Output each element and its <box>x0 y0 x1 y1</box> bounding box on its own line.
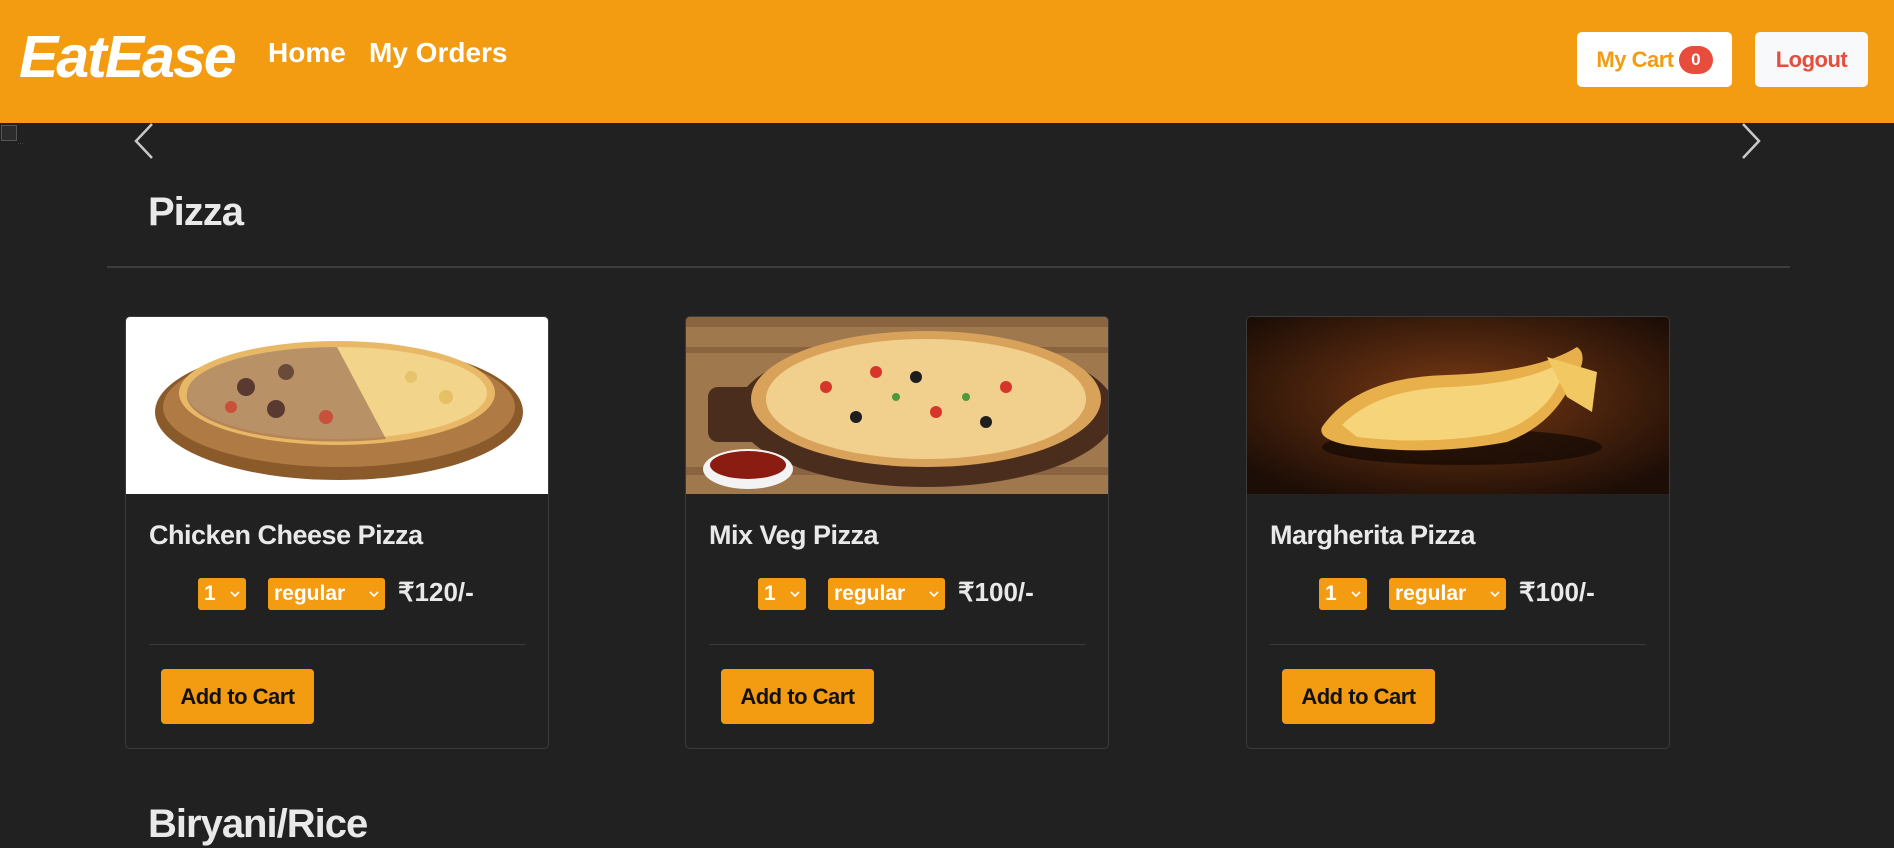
add-to-cart-button[interactable]: Add to Cart <box>1282 669 1435 724</box>
item-name: Margherita Pizza <box>1270 520 1476 550</box>
food-image <box>686 317 1108 494</box>
size-value: regular <box>274 582 346 605</box>
size-select[interactable]: regular <box>268 578 385 610</box>
carousel-prev-button[interactable] <box>122 118 162 164</box>
card-divider <box>709 644 1085 645</box>
brand-logo[interactable]: EatEase <box>19 22 237 92</box>
chevron-left-icon <box>134 123 153 159</box>
nav-link-my-orders[interactable]: My Orders <box>369 36 508 70</box>
size-value: regular <box>1395 582 1467 605</box>
broken-image-icon <box>1 125 17 141</box>
logout-button[interactable]: Logout <box>1755 32 1868 87</box>
size-select[interactable]: regular <box>1389 578 1506 610</box>
food-image <box>126 317 548 494</box>
chevron-down-icon <box>369 591 379 598</box>
item-name: Mix Veg Pizza <box>709 520 879 550</box>
quantity-select[interactable]: 1 <box>758 578 806 610</box>
cart-count-badge: 0 <box>1678 45 1713 74</box>
chevron-down-icon <box>230 591 240 598</box>
carousel-next-button[interactable] <box>1733 118 1773 164</box>
food-image <box>1247 317 1669 494</box>
quantity-value: 1 <box>1325 582 1337 605</box>
add-to-cart-button[interactable]: Add to Cart <box>161 669 314 724</box>
my-cart-button[interactable]: My Cart 0 <box>1577 32 1732 87</box>
menu-card: Mix Veg Pizza 1 regular ₹100/- Add to Ca… <box>685 316 1109 749</box>
carousel-image: … <box>0 123 40 149</box>
add-to-cart-button[interactable]: Add to Cart <box>721 669 874 724</box>
item-name: Chicken Cheese Pizza <box>149 520 423 550</box>
item-price: ₹120/- <box>398 577 474 607</box>
card-divider <box>149 644 525 645</box>
quantity-select[interactable]: 1 <box>1319 578 1367 610</box>
quantity-select[interactable]: 1 <box>198 578 246 610</box>
chevron-down-icon <box>790 591 800 598</box>
my-cart-label: My Cart <box>1596 46 1674 72</box>
chevron-right-icon <box>1742 123 1761 159</box>
quantity-value: 1 <box>204 582 216 605</box>
size-value: regular <box>834 582 906 605</box>
size-select[interactable]: regular <box>828 578 945 610</box>
section-title-pizza: Pizza <box>148 190 244 234</box>
chevron-down-icon <box>1351 591 1361 598</box>
chevron-down-icon <box>929 591 939 598</box>
item-price: ₹100/- <box>1519 577 1595 607</box>
section-divider <box>107 266 1790 268</box>
menu-card: Margherita Pizza 1 regular ₹100/- Add to… <box>1246 316 1670 749</box>
card-divider <box>1270 644 1646 645</box>
section-title-biryani-rice: Biryani/Rice <box>148 802 368 846</box>
menu-card: Chicken Cheese Pizza 1 regular ₹120/- Ad… <box>125 316 549 749</box>
item-price: ₹100/- <box>958 577 1034 607</box>
quantity-value: 1 <box>764 582 776 605</box>
chevron-down-icon <box>1490 591 1500 598</box>
navbar: EatEase Home My Orders My Cart 0 Logout <box>0 0 1894 123</box>
nav-link-home[interactable]: Home <box>268 36 346 70</box>
